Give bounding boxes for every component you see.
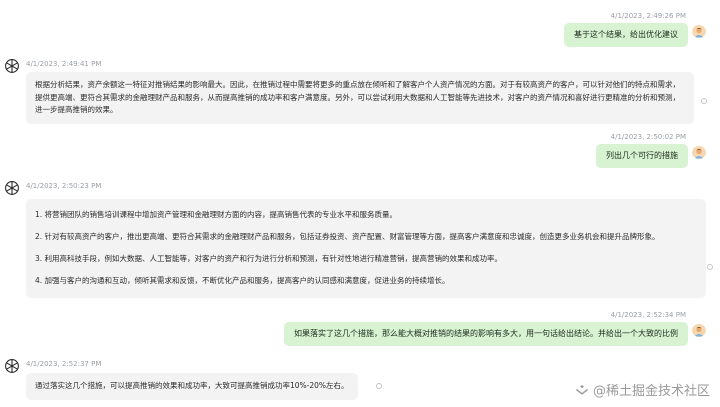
scroll-indicator[interactable] [701, 98, 707, 104]
scroll-indicator[interactable] [707, 264, 713, 270]
user-message-bubble: 列出几个可行的措施 [596, 144, 688, 168]
assistant-message-bubble: 1. 将营销团队的销售培训课程中增加资产管理和金融理财方面的内容，提高销售代表的… [26, 199, 706, 298]
list-item: 2. 针对有较高资产的客户，推出更高端、更符合其需求的金融理财产品和服务，包括证… [35, 232, 660, 241]
message-timestamp: 4/1/2023, 2:50:23 PM [26, 182, 102, 190]
user-message-bubble: 基于这个结果，给出优化建议 [564, 23, 688, 47]
scroll-indicator[interactable] [376, 383, 382, 389]
assistant-message-text: 根据分析结果，资产余额这一特征对推销结果的影响最大。因此，在推销过程中需要将更多… [35, 80, 680, 114]
watermark: @稀土掘金技术社区 [575, 380, 710, 399]
message-timestamp: 4/1/2023, 2:52:37 PM [26, 360, 102, 368]
openai-logo-icon [4, 58, 20, 74]
user-avatar-icon [692, 323, 706, 337]
assistant-message-bubble: 通过落实这几个措施，可以提高推销的效果和成功率，大致可提高推销成功率10%-20… [26, 373, 358, 400]
user-avatar-icon [692, 24, 706, 38]
list-item: 3. 利用高科技手段，例如大数据、人工智能等，对客户的资产和行为进行分析和预测，… [35, 254, 503, 263]
message-timestamp: 4/1/2023, 2:50:02 PM [610, 133, 686, 141]
list-item: 1. 将营销团队的销售培训课程中增加资产管理和金融理财方面的内容，提高销售代表的… [35, 210, 398, 219]
user-message-bubble: 如果落实了这几个措施，那么能大概对推销的结果的影响有多大，用一句话给出结论。并给… [284, 322, 688, 346]
message-timestamp: 4/1/2023, 2:49:41 PM [26, 60, 102, 68]
user-avatar-icon [692, 145, 706, 159]
message-timestamp: 4/1/2023, 2:52:34 PM [610, 311, 686, 319]
juejin-logo-icon [575, 384, 589, 395]
message-timestamp: 4/1/2023, 2:49:26 PM [610, 12, 686, 20]
openai-logo-icon [4, 180, 20, 196]
list-item: 4. 加强与客户的沟通和互动，倾听其需求和反馈，不断优化产品和服务，提高客户的认… [35, 276, 450, 285]
assistant-message-bubble: 根据分析结果，资产余额这一特征对推销结果的影响最大。因此，在推销过程中需要将更多… [26, 72, 694, 124]
assistant-message-text: 通过落实这几个措施，可以提高推销的效果和成功率，大致可提高推销成功率10%-20… [35, 381, 349, 390]
openai-logo-icon [4, 358, 20, 374]
watermark-text: @稀土掘金技术社区 [592, 384, 710, 399]
